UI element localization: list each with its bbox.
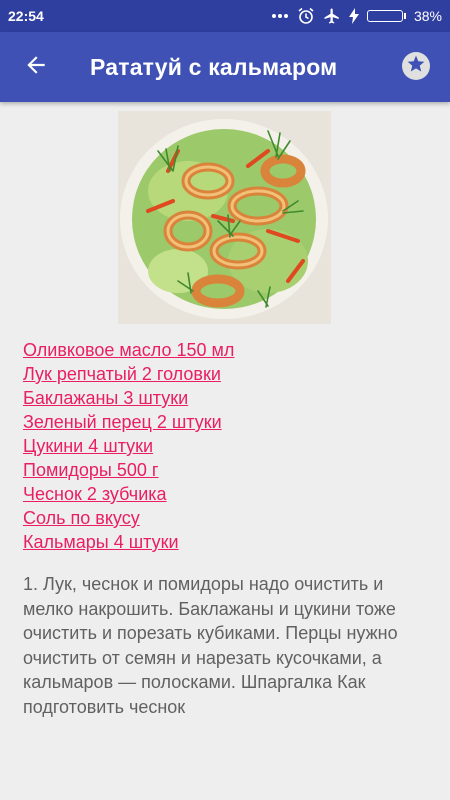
ingredient-link[interactable]: Оливковое масло 150 мл <box>23 338 433 362</box>
charging-icon <box>348 7 359 25</box>
ingredients-list: Оливковое масло 150 мл Лук репчатый 2 го… <box>23 338 433 554</box>
battery-icon <box>366 10 406 22</box>
recipe-instructions: 1. Лук, чеснок и помидоры надо очистить … <box>23 574 398 717</box>
ingredient-link[interactable]: Цукини 4 штуки <box>23 434 433 458</box>
ingredient-link[interactable]: Лук репчатый 2 головки <box>23 362 433 386</box>
dots-icon <box>271 7 289 25</box>
ingredient-link[interactable]: Соль по вкусу <box>23 506 433 530</box>
favorite-button[interactable] <box>402 52 430 80</box>
ingredient-link[interactable]: Чеснок 2 зубчика <box>23 482 433 506</box>
battery-percent: 38% <box>413 8 442 24</box>
ingredient-link[interactable]: Кальмары 4 штуки <box>23 530 433 554</box>
status-bar: 22:54 38% <box>0 0 450 32</box>
ingredient-link[interactable]: Помидоры 500 г <box>23 458 433 482</box>
ingredient-link[interactable]: Баклажаны 3 штуки <box>23 386 433 410</box>
star-icon <box>406 54 426 79</box>
status-time: 22:54 <box>8 8 44 24</box>
airplane-mode-icon <box>323 7 341 25</box>
arrow-back-icon <box>23 52 49 83</box>
page-title: Рататуй с кальмаром <box>90 53 338 80</box>
ingredient-link[interactable]: Зеленый перец 2 штуки <box>23 410 433 434</box>
alarm-icon <box>297 7 315 25</box>
app-bar: Рататуй с кальмаром <box>0 32 450 102</box>
status-icons: 38% <box>271 7 442 25</box>
back-button[interactable] <box>8 39 64 95</box>
dish-image <box>118 111 331 324</box>
